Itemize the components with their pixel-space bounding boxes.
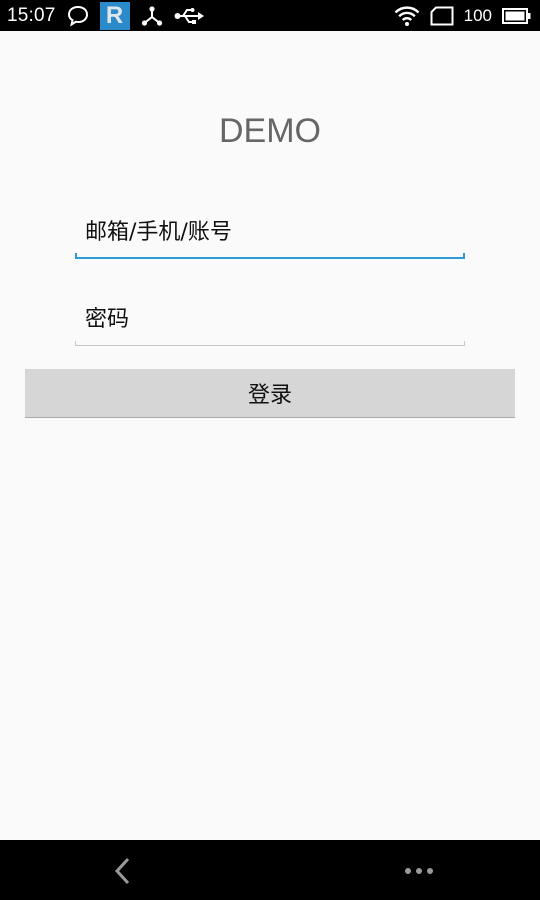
chat-bubble-icon [66,4,90,28]
account-field-underline [75,253,465,259]
more-icon[interactable] [400,854,438,888]
password-field[interactable]: 密码 [75,296,465,346]
share-icon [140,4,164,28]
wifi-icon [394,5,420,27]
password-field-placeholder: 密码 [85,307,130,332]
status-bar-left: 15:07 R [7,0,204,31]
no-sim-icon [430,6,454,26]
status-bar: 15:07 R 100 [0,0,540,31]
r-app-icon: R [99,1,130,30]
clock: 15:07 [7,4,56,26]
password-field-underline [75,341,465,346]
account-field[interactable]: 邮箱/手机/账号 [75,209,465,259]
battery-level: 100 [463,5,492,25]
battery-icon [502,7,532,25]
status-bar-right: 100 [394,0,532,31]
r-app-letter: R [105,1,124,29]
usb-icon [174,5,204,27]
login-button[interactable]: 登录 [25,369,515,418]
navigation-bar [0,840,540,900]
app-title: DEMO [219,112,321,150]
back-icon[interactable] [106,854,140,888]
account-field-placeholder: 邮箱/手机/账号 [85,220,232,245]
